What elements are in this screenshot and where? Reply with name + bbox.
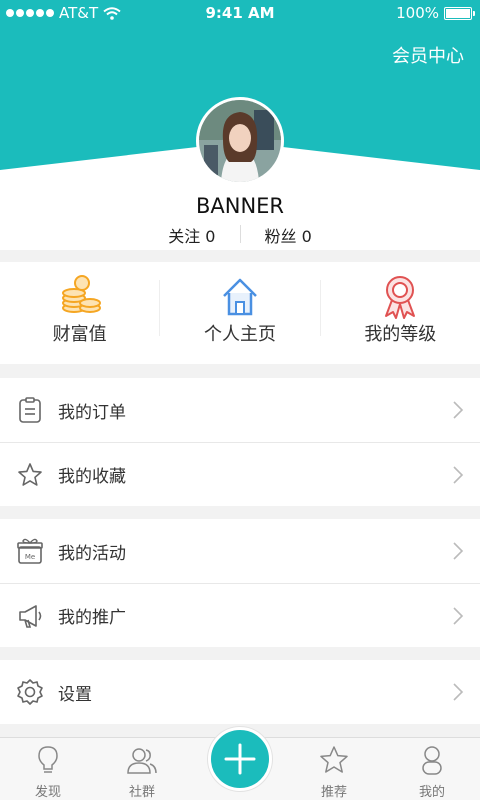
gift-box-icon: Me: [17, 538, 43, 564]
user-icon: [422, 746, 442, 775]
group-icon: [127, 748, 157, 774]
tab-recommend-label: 推荐: [320, 785, 347, 800]
battery-percent: 100%: [396, 4, 439, 22]
menu-item-settings[interactable]: 设置: [0, 660, 480, 724]
tab-recommend[interactable]: 推荐: [286, 738, 382, 800]
follow-stats: 关注 0 粉丝 0: [0, 223, 480, 247]
status-right: 100%: [396, 4, 475, 22]
ribbon-medal-icon: [385, 276, 416, 319]
chevron-right-icon: [453, 542, 464, 560]
stat-level-label: 我的等级: [364, 324, 437, 345]
menu-item-promotion[interactable]: 我的推广: [0, 583, 480, 647]
clipboard-icon: [19, 397, 41, 423]
following-count[interactable]: 关注 0: [144, 223, 239, 247]
tab-discover[interactable]: 发现: [0, 738, 96, 800]
member-center-link[interactable]: 会员中心: [392, 42, 464, 68]
stat-wealth[interactable]: 财富值: [0, 262, 159, 364]
coins-icon: [61, 275, 101, 313]
stat-homepage-label: 个人主页: [203, 324, 276, 345]
tab-discover-label: 发现: [34, 785, 61, 800]
avatar-photo: [199, 100, 281, 182]
menu-item-promotion-label: 我的推广: [58, 608, 126, 628]
lightbulb-icon: [38, 746, 58, 773]
chevron-right-icon: [453, 607, 464, 625]
megaphone-icon: [19, 605, 42, 628]
tab-community[interactable]: 社群: [94, 738, 190, 800]
menu-group-activities: Me 我的活动 我的推广: [0, 519, 480, 647]
menu-item-favorites[interactable]: 我的收藏: [0, 442, 480, 506]
menu-item-activities[interactable]: Me 我的活动: [0, 519, 480, 583]
star-icon: [320, 746, 348, 773]
stat-wealth-label: 财富值: [52, 324, 107, 345]
battery-icon: [444, 6, 475, 20]
stats-bar: 财富值 个人主页 我的等级: [0, 262, 480, 364]
chevron-right-icon: [453, 683, 464, 701]
followers-count[interactable]: 粉丝 0: [241, 223, 336, 247]
avatar[interactable]: [196, 97, 284, 185]
status-bar: AT&T 9:41 AM 100%: [0, 0, 480, 26]
chevron-right-icon: [453, 401, 464, 419]
stat-level[interactable]: 我的等级: [321, 262, 480, 364]
menu-item-activities-label: 我的活动: [58, 543, 126, 564]
menu-group-settings: 设置: [0, 660, 480, 724]
chevron-right-icon: [453, 466, 464, 484]
username: BANNER: [195, 194, 285, 218]
home-icon: [223, 278, 257, 316]
gear-icon: [17, 679, 43, 705]
menu-item-orders-label: 我的订单: [58, 402, 126, 423]
menu-item-settings-label: 设置: [58, 684, 92, 705]
stat-homepage[interactable]: 个人主页: [160, 262, 319, 364]
tab-community-label: 社群: [128, 785, 155, 800]
plus-icon: [224, 743, 256, 775]
menu-item-favorites-label: 我的收藏: [58, 467, 126, 487]
menu-item-orders[interactable]: 我的订单: [0, 378, 480, 442]
menu-group-orders: 我的订单 我的收藏: [0, 378, 480, 506]
svg-text:Me: Me: [25, 553, 35, 561]
tab-mine[interactable]: 我的: [384, 738, 480, 800]
tab-mine-label: 我的: [418, 785, 445, 800]
add-button[interactable]: [208, 727, 272, 791]
star-icon: [18, 463, 42, 486]
